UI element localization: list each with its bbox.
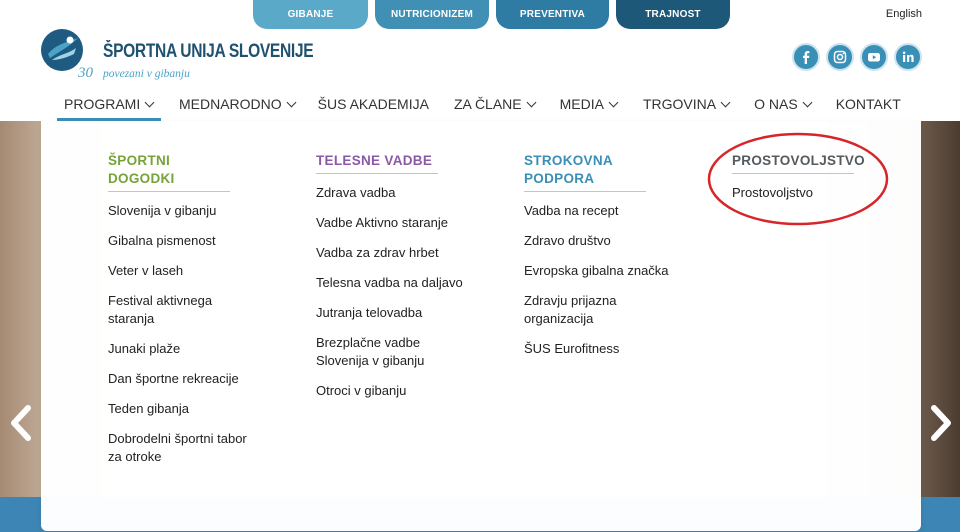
- programi-mega-menu: ŠPORTNI DOGODKI Slovenija v gibanju Giba…: [41, 121, 921, 531]
- nav-programi[interactable]: PROGRAMI: [57, 96, 161, 121]
- menu-link[interactable]: Zdravo društvo: [524, 232, 674, 250]
- menu-link[interactable]: Dan športne rekreacije: [108, 370, 258, 388]
- logo-anniversary-number: 30: [78, 65, 93, 81]
- menu-link[interactable]: Veter v laseh: [108, 262, 258, 280]
- chevron-down-icon: [720, 97, 731, 108]
- nav-sus-akademija-label: ŠUS AKADEMIJA: [317, 96, 429, 112]
- menu-column-title: STROKOVNA PODPORA: [524, 152, 646, 192]
- chevron-down-icon: [286, 97, 297, 108]
- nav-mednarodno[interactable]: MEDNARODNO: [179, 96, 297, 121]
- menu-column-sportni-dogodki: ŠPORTNI DOGODKI Slovenija v gibanju Giba…: [108, 152, 258, 478]
- menu-column-prostovoljstvo: PROSTOVOLJSTVO Prostovoljstvo: [732, 152, 882, 214]
- nav-kontakt[interactable]: KONTAKT: [836, 96, 901, 121]
- language-switch[interactable]: English: [886, 8, 922, 20]
- site-logo[interactable]: ŠPORTNA UNIJA SLOVENIJE 30 povezani v gi…: [40, 28, 314, 84]
- chevron-down-icon: [526, 97, 537, 108]
- menu-link[interactable]: Telesna vadba na daljavo: [316, 274, 466, 292]
- chevron-down-icon: [802, 97, 813, 108]
- menu-link[interactable]: ŠUS Eurofitness: [524, 340, 674, 358]
- menu-link[interactable]: Slovenija v gibanju: [108, 202, 258, 220]
- menu-link[interactable]: Jutranja telovadba: [316, 304, 466, 322]
- top-tabs: GIBANJE NUTRICIONIZEM PREVENTIVA TRAJNOS…: [253, 0, 730, 29]
- menu-column-title: ŠPORTNI DOGODKI: [108, 152, 230, 192]
- menu-link[interactable]: Vadbe Aktivno staranje: [316, 214, 466, 232]
- menu-column-title: PROSTOVOLJSTVO: [732, 152, 865, 174]
- chevron-down-icon: [144, 97, 155, 108]
- menu-link[interactable]: Zdravju prijazna organizacija: [524, 292, 674, 328]
- main-nav: PROGRAMI MEDNARODNO ŠUS AKADEMIJA ZA ČLA…: [57, 96, 901, 121]
- nav-za-clane-label: ZA ČLANE: [453, 96, 522, 112]
- slider-prev-arrow-icon[interactable]: [8, 404, 34, 442]
- slider-next-arrow-icon[interactable]: [928, 404, 954, 442]
- instagram-icon[interactable]: [826, 43, 854, 71]
- menu-link[interactable]: Vadba na recept: [524, 202, 674, 220]
- facebook-icon[interactable]: [792, 43, 820, 71]
- logo-tagline: povezani v gibanju: [103, 68, 190, 80]
- menu-link[interactable]: Teden gibanja: [108, 400, 258, 418]
- nav-trgovina[interactable]: TRGOVINA: [642, 96, 731, 121]
- logo-name: ŠPORTNA UNIJA SLOVENIJE: [103, 41, 314, 62]
- nav-programi-label: PROGRAMI: [64, 96, 141, 112]
- nav-o-nas[interactable]: O NAS: [754, 96, 813, 121]
- menu-link[interactable]: Dobrodelni športni tabor za otroke: [108, 430, 258, 466]
- nav-mednarodno-label: MEDNARODNO: [179, 96, 282, 112]
- menu-link[interactable]: Otroci v gibanju: [316, 382, 466, 400]
- tab-preventiva[interactable]: PREVENTIVA: [496, 0, 609, 29]
- nav-sus-akademija[interactable]: ŠUS AKADEMIJA: [318, 96, 429, 121]
- youtube-icon[interactable]: [860, 43, 888, 71]
- tab-nutricionizem[interactable]: NUTRICIONIZEM: [375, 0, 489, 29]
- nav-trgovina-label: TRGOVINA: [642, 96, 717, 112]
- tab-trajnost[interactable]: TRAJNOST: [616, 0, 730, 29]
- menu-column-strokovna-podpora: STROKOVNA PODPORA Vadba na recept Zdravo…: [524, 152, 674, 370]
- nav-o-nas-label: O NAS: [754, 96, 798, 112]
- menu-link[interactable]: Zdrava vadba: [316, 184, 466, 202]
- nav-za-clane[interactable]: ZA ČLANE: [453, 96, 537, 121]
- linkedin-icon[interactable]: [894, 43, 922, 71]
- nav-media-label: MEDIA: [559, 96, 604, 112]
- chevron-down-icon: [608, 97, 619, 108]
- nav-kontakt-label: KONTAKT: [835, 96, 901, 112]
- tab-gibanje[interactable]: GIBANJE: [253, 0, 368, 29]
- menu-link[interactable]: Junaki plaže: [108, 340, 258, 358]
- menu-link[interactable]: Vadba za zdrav hrbet: [316, 244, 466, 262]
- menu-column-title: TELESNE VADBE: [316, 152, 438, 174]
- menu-link[interactable]: Festival aktivnega staranja: [108, 292, 258, 328]
- menu-link[interactable]: Brezplačne vadbe Slovenija v gibanju: [316, 334, 466, 370]
- social-links: [792, 43, 922, 71]
- nav-media[interactable]: MEDIA: [559, 96, 619, 121]
- menu-column-telesne-vadbe: TELESNE VADBE Zdrava vadba Vadbe Aktivno…: [316, 152, 466, 412]
- menu-link[interactable]: Prostovoljstvo: [732, 184, 882, 202]
- menu-link[interactable]: Gibalna pismenost: [108, 232, 258, 250]
- menu-link[interactable]: Evropska gibalna značka: [524, 262, 674, 280]
